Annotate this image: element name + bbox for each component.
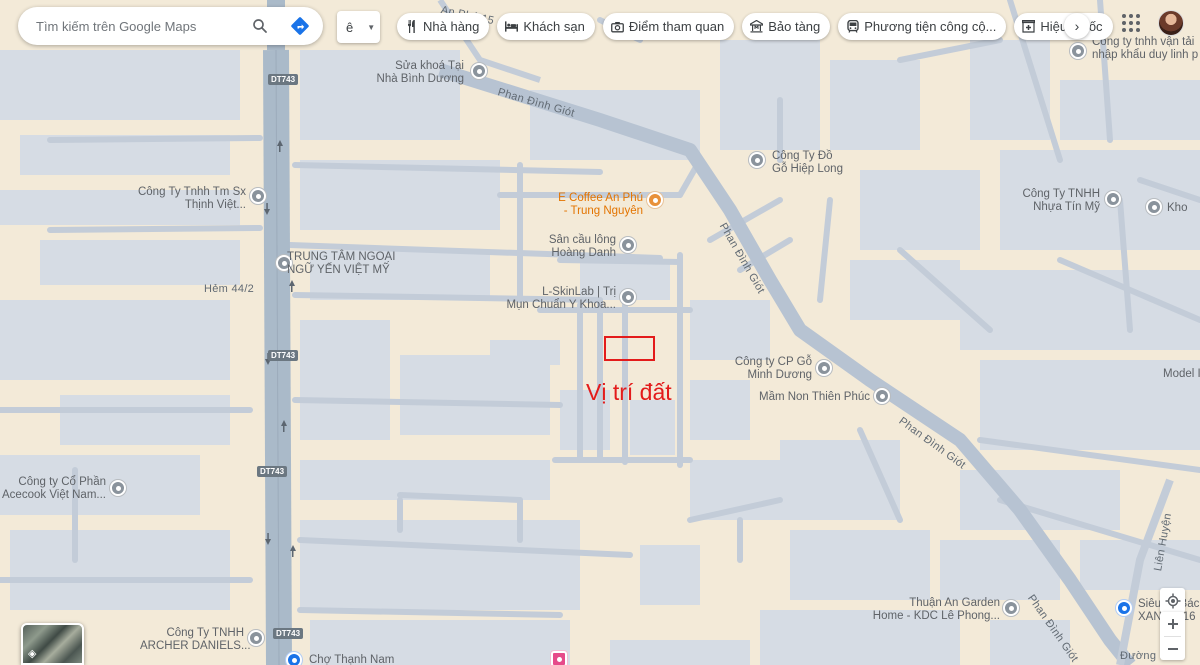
chip-label: Khách sạn xyxy=(523,19,585,34)
place-label[interactable]: Thuận An Garden Home - KDC Lê Phong... xyxy=(870,597,1000,623)
chip-label: Phương tiện công cộ... xyxy=(864,19,997,34)
land-location-label: Vị trí đất xyxy=(586,379,672,405)
museum-icon xyxy=(750,20,764,33)
place-label[interactable]: Công ty Cổ Phần Acecook Việt Nam... xyxy=(0,476,106,502)
road-shield: DT743 xyxy=(257,466,288,477)
place-pin-icon[interactable] xyxy=(110,480,126,496)
market-icon[interactable] xyxy=(286,652,302,665)
place-label[interactable]: Sửa khoá Tại Nhà Bình Dương xyxy=(364,60,464,86)
cafe-icon[interactable] xyxy=(647,192,663,208)
layers-icon: ◈ xyxy=(28,648,37,660)
place-pin-icon[interactable] xyxy=(1070,43,1086,59)
street-label: Hẻm 44/2 xyxy=(204,283,255,295)
chip-hotels[interactable]: Khách sạn xyxy=(497,13,595,40)
zoom-controls xyxy=(1160,612,1185,660)
place-pin-icon[interactable] xyxy=(1003,600,1019,616)
place-pin-icon[interactable] xyxy=(816,360,832,376)
chip-label: Bảo tàng xyxy=(768,19,821,34)
restaurant-icon xyxy=(405,20,418,33)
chip-label: Nhà hàng xyxy=(423,19,480,34)
layers-switcher[interactable]: ◈ xyxy=(21,623,84,665)
place-pin-icon[interactable] xyxy=(471,63,487,79)
supermarket-icon[interactable] xyxy=(1116,600,1132,616)
place-label[interactable]: Mầm Non Thiên Phúc xyxy=(740,391,870,404)
chip-label: Điểm tham quan xyxy=(628,19,725,34)
place-pin-icon[interactable] xyxy=(1105,191,1121,207)
chevron-down-icon: ▼ xyxy=(367,22,376,32)
chip-attractions[interactable]: Điểm tham quan xyxy=(602,13,735,40)
place-pin-icon[interactable] xyxy=(1146,199,1162,215)
road-shield: DT743 xyxy=(273,628,304,639)
place-label[interactable]: E Coffee An Phú - Trung Nguyên xyxy=(540,192,643,218)
search-input[interactable] xyxy=(36,18,251,34)
search-icon[interactable] xyxy=(250,16,270,36)
place-label[interactable]: Công Ty Đồ Gỗ Hiệp Long xyxy=(772,150,843,176)
my-location-button[interactable] xyxy=(1160,588,1185,613)
place-label[interactable]: TRUNG TÂM NGOẠI NGỮ YẾN VIỆT MỸ xyxy=(287,251,395,277)
place-label[interactable]: L-SkinLab | Trị Mụn Chuẩn Y Khoa... xyxy=(490,286,616,312)
plus-icon xyxy=(1167,619,1178,629)
chip-transit[interactable]: Phương tiện công cộ... xyxy=(838,13,1007,40)
input-tools-label: ê xyxy=(346,19,354,35)
place-pin-icon[interactable] xyxy=(250,188,266,204)
place-label[interactable]: Chợ Thạnh Nam xyxy=(309,654,394,665)
place-pin-icon[interactable] xyxy=(620,237,636,253)
place-label[interactable]: Công Ty TNHH ARCHER DANIELS... xyxy=(140,627,251,653)
place-label[interactable]: Công ty CP Gỗ Minh Dương xyxy=(712,356,812,382)
category-chips: Nhà hàng Khách sạn Điểm tham quan Bảo tà… xyxy=(397,13,1113,40)
place-label[interactable]: Model I xyxy=(1163,368,1200,381)
chip-museums[interactable]: Bảo tàng xyxy=(742,13,831,40)
zoom-in-button[interactable] xyxy=(1167,612,1179,636)
apps-grid-icon[interactable] xyxy=(1122,14,1140,32)
zoom-out-button[interactable] xyxy=(1167,637,1179,660)
shop-icon[interactable] xyxy=(551,651,567,665)
pharmacy-icon xyxy=(1022,20,1036,33)
road-shield: DT743 xyxy=(268,350,299,361)
place-pin-icon[interactable] xyxy=(620,289,636,305)
place-label[interactable]: Kho xyxy=(1167,202,1187,215)
input-tools-button[interactable]: ê ▼ xyxy=(337,11,380,43)
chip-restaurants[interactable]: Nhà hàng xyxy=(397,13,490,40)
search-box[interactable] xyxy=(18,7,323,45)
avatar[interactable] xyxy=(1158,10,1184,36)
my-location-icon xyxy=(1165,593,1180,608)
hotel-icon xyxy=(505,20,519,33)
place-label[interactable]: Công Ty TNHH Nhựa Tín Mỹ xyxy=(1000,188,1100,214)
school-icon[interactable] xyxy=(874,388,890,404)
map-canvas[interactable] xyxy=(0,0,1200,665)
minus-icon xyxy=(1167,647,1178,650)
transit-icon xyxy=(846,20,859,33)
place-label[interactable]: Sân cầu lông Hoàng Danh xyxy=(520,234,616,260)
camera-icon xyxy=(610,20,624,33)
place-label[interactable]: Công Ty Tnhh Tm Sx Thịnh Việt... xyxy=(120,186,246,212)
place-pin-icon[interactable] xyxy=(749,152,765,168)
directions-icon[interactable] xyxy=(290,16,310,36)
road-shield: DT743 xyxy=(268,74,299,85)
land-location-box xyxy=(604,336,655,361)
chevron-right-icon[interactable]: › xyxy=(1064,13,1090,39)
